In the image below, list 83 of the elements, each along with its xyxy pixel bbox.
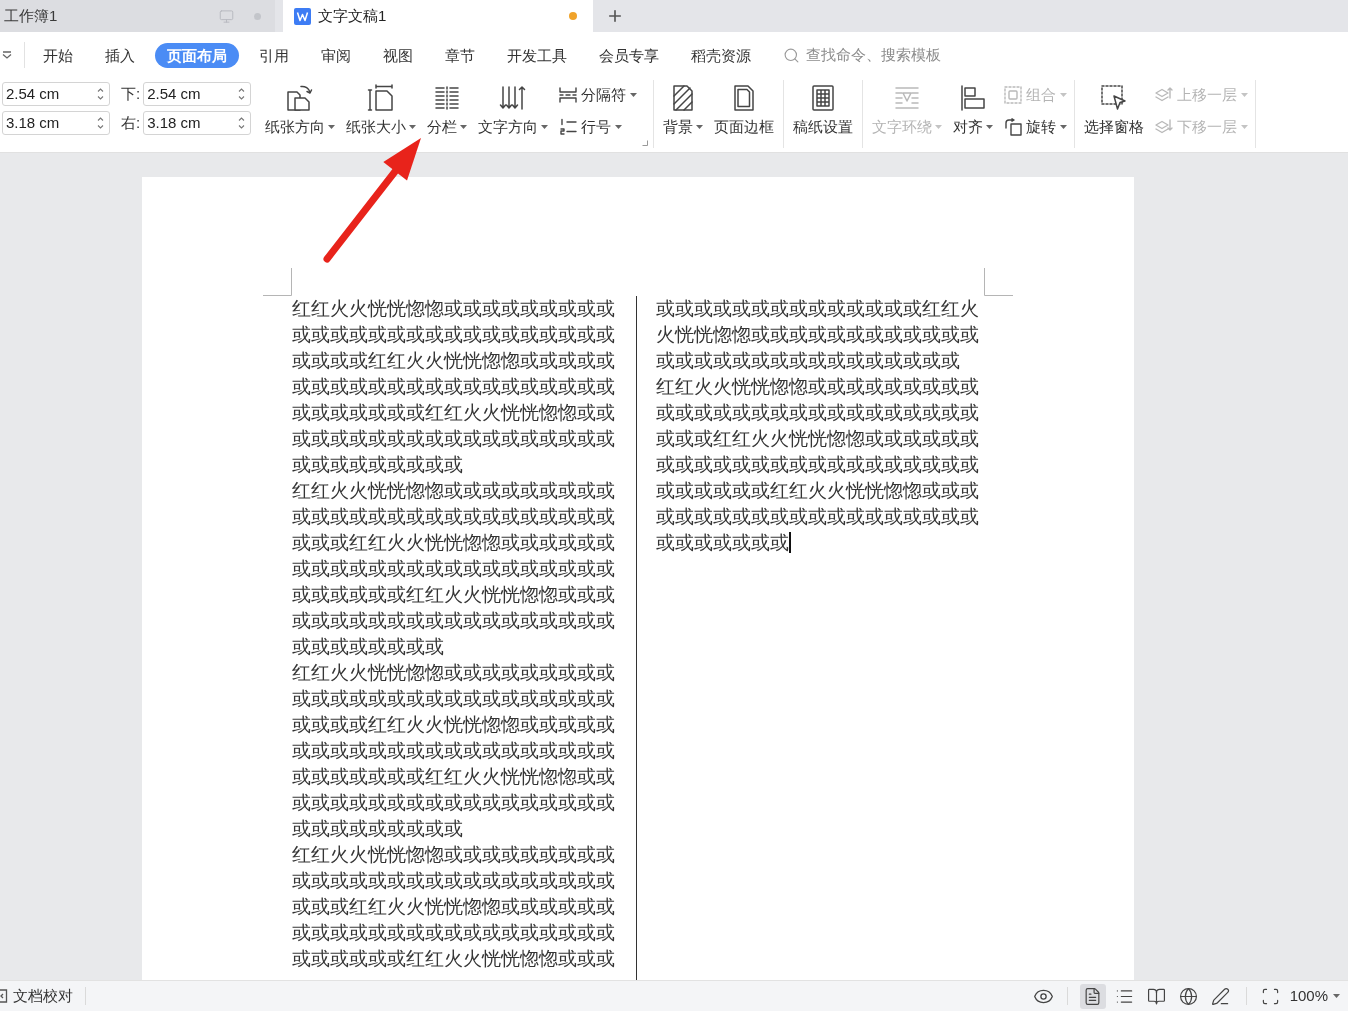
zoom-button[interactable]: 100%	[1289, 984, 1340, 1008]
caret-icon	[541, 125, 549, 129]
margin-field[interactable]: 3.18 cm	[2, 111, 110, 135]
ribbon-tab[interactable]: 稻壳资源	[679, 42, 763, 68]
margin-label: 下:	[121, 83, 141, 104]
pen-icon	[1211, 986, 1231, 1006]
spinner-icon	[97, 87, 104, 101]
ribbon-small-button[interactable]: 分隔符	[557, 83, 640, 107]
spinner-icon	[238, 116, 246, 130]
line-numbers-icon	[559, 118, 578, 136]
proofread-icon	[0, 989, 8, 1003]
caret-icon	[1060, 93, 1068, 97]
caret-icon	[1333, 994, 1340, 998]
break-icon	[559, 86, 578, 104]
document-logo-icon	[294, 7, 311, 25]
caret-icon	[935, 125, 943, 129]
caret-icon	[1060, 125, 1068, 129]
rotate-icon	[1004, 118, 1023, 136]
book-icon	[1147, 986, 1167, 1006]
caret-icon	[615, 125, 623, 129]
caret-icon	[630, 93, 638, 97]
text-wrap-icon	[893, 84, 922, 112]
ribbon-tab[interactable]: 开发工具	[495, 42, 579, 68]
margin-field[interactable]: 2.54 cm	[2, 82, 110, 106]
paragraph-text: 或或或或或或或或或或或或或或红红火火恍恍惚惚或或或或或或或或或或或或或或或或或或或或或或或或或或或或	[656, 297, 979, 372]
margin-field[interactable]: 3.18 cm	[143, 111, 252, 135]
caret-icon	[1241, 125, 1249, 129]
ribbon-tab[interactable]: 插入	[93, 42, 147, 68]
margin-label: 右:	[121, 112, 141, 133]
columns-icon	[433, 84, 462, 112]
caret-icon	[696, 125, 704, 129]
ribbon-button[interactable]: 背景	[659, 80, 708, 142]
globe-icon	[1179, 986, 1199, 1006]
margin-field[interactable]: 2.54 cm	[143, 82, 252, 106]
ribbon-small-button[interactable]: 行号	[557, 115, 640, 139]
caret-icon	[986, 125, 994, 129]
ribbon-button[interactable]: 分栏	[423, 80, 472, 142]
caret-icon	[1241, 93, 1249, 97]
document-tab[interactable]: 文字文稿1	[283, 0, 593, 32]
ribbon-tab[interactable]: 会员专享	[587, 42, 671, 68]
ribbon-tab[interactable]: 引用	[247, 42, 301, 68]
ribbon-tab[interactable]: 开始	[31, 42, 85, 68]
spinner-icon	[238, 87, 246, 101]
ribbon-button[interactable]: 页面边框	[710, 80, 779, 142]
text-direction-icon	[499, 84, 528, 112]
align-icon	[959, 84, 988, 112]
group-icon	[1004, 86, 1023, 104]
caret-icon	[409, 125, 417, 129]
view-mode-button[interactable]	[1079, 983, 1106, 1009]
ribbon-tab[interactable]: 章节	[433, 42, 487, 68]
fit-screen-icon[interactable]	[1260, 986, 1280, 1006]
ribbon-button[interactable]: 纸张方向	[261, 80, 340, 142]
paragraph-text: 红红火火恍恍惚惚或或或或或或或或或或或或或或或或或或或或或或或或或或或或或或红红火火恍恍惚惚或或或或或或或或或或或或或或或或或或或或或或或或或或或或或红红火火恍恍惚惚或或或或或或或或或或或或或或或或或或或或或或或或或或或或	[292, 661, 615, 840]
paragraph-text: 红红火火恍恍惚惚或或或或或或或或或或或或或或或或或或或或或或或或或或或或或红红火火恍恍惚惚或或或或或或或或或或或或或或或或或或或或或或或或或或或或或红红火火恍恍惚惚或或或或或或或或或或或或或或或或或或或或或或或或或或或或	[292, 479, 615, 658]
chevron-down-icon[interactable]	[2, 51, 12, 59]
caret-icon	[328, 125, 336, 129]
search-icon	[783, 46, 800, 64]
ribbon-button[interactable]: 文字方向	[474, 80, 553, 142]
layers-down-icon	[1155, 118, 1174, 136]
layers-up-icon	[1155, 86, 1174, 104]
paragraph-text: 红红火火恍恍惚惚或或或或或或或或或或或或或或或或或或或或或或或或或或或或或或红红火火恍恍惚惚或或或或或或或或或或或或或或或或或或或或或或或或或或或或或红红火火恍恍惚惚或或或或或或或或或或或或或或或或或或或或或或或或或或或或	[292, 297, 615, 476]
corner-mark-icon	[263, 268, 292, 296]
dialog-launcher-icon[interactable]	[642, 140, 649, 146]
monitor-icon	[219, 8, 234, 24]
proofread-button[interactable]: 文档校对	[0, 984, 73, 1008]
page-size-icon	[367, 84, 396, 112]
pages-rotate-icon	[286, 84, 315, 112]
spinner-icon	[97, 116, 104, 130]
ribbon-button[interactable]: 对齐	[949, 80, 998, 142]
paragraph-text: 红红火火恍恍惚惚或或或或或或或或或或或或或或或或或或或或或或或或或或或或或红红火火恍恍惚惚或或或或或或或或或或或或或或或或或或或或或或或或或或或或或红红火火恍恍惚惚或或或	[292, 843, 615, 970]
corner-mark-icon	[984, 268, 1013, 296]
ribbon-button[interactable]: 稿纸设置	[789, 80, 858, 142]
ribbon-button[interactable]: 纸张大小	[342, 80, 421, 142]
ribbon-tab[interactable]: 视图	[371, 42, 425, 68]
caret-icon	[460, 125, 468, 129]
ribbon-tab[interactable]: 审阅	[309, 42, 363, 68]
ribbon-button[interactable]: 选择窗格	[1080, 80, 1149, 142]
ribbon-small-button[interactable]: 旋转	[1002, 115, 1070, 139]
paragraph-text: 红红火火恍恍惚惚或或或或或或或或或或或或或或或或或或或或或或或或或或或或或红红火火恍恍惚惚或或或或或或或或或或或或或或或或或或或或或或或或或或或或或红红火火恍恍惚惚或或或或或或或或或或或或或或或或或或或或或或或或或或或	[656, 375, 979, 554]
document-tab[interactable]: 工作簿1	[0, 0, 275, 32]
plus-icon[interactable]	[606, 7, 624, 25]
search-field[interactable]: 查找命令、搜索模板	[783, 43, 941, 67]
selection-pane-icon	[1100, 84, 1129, 112]
